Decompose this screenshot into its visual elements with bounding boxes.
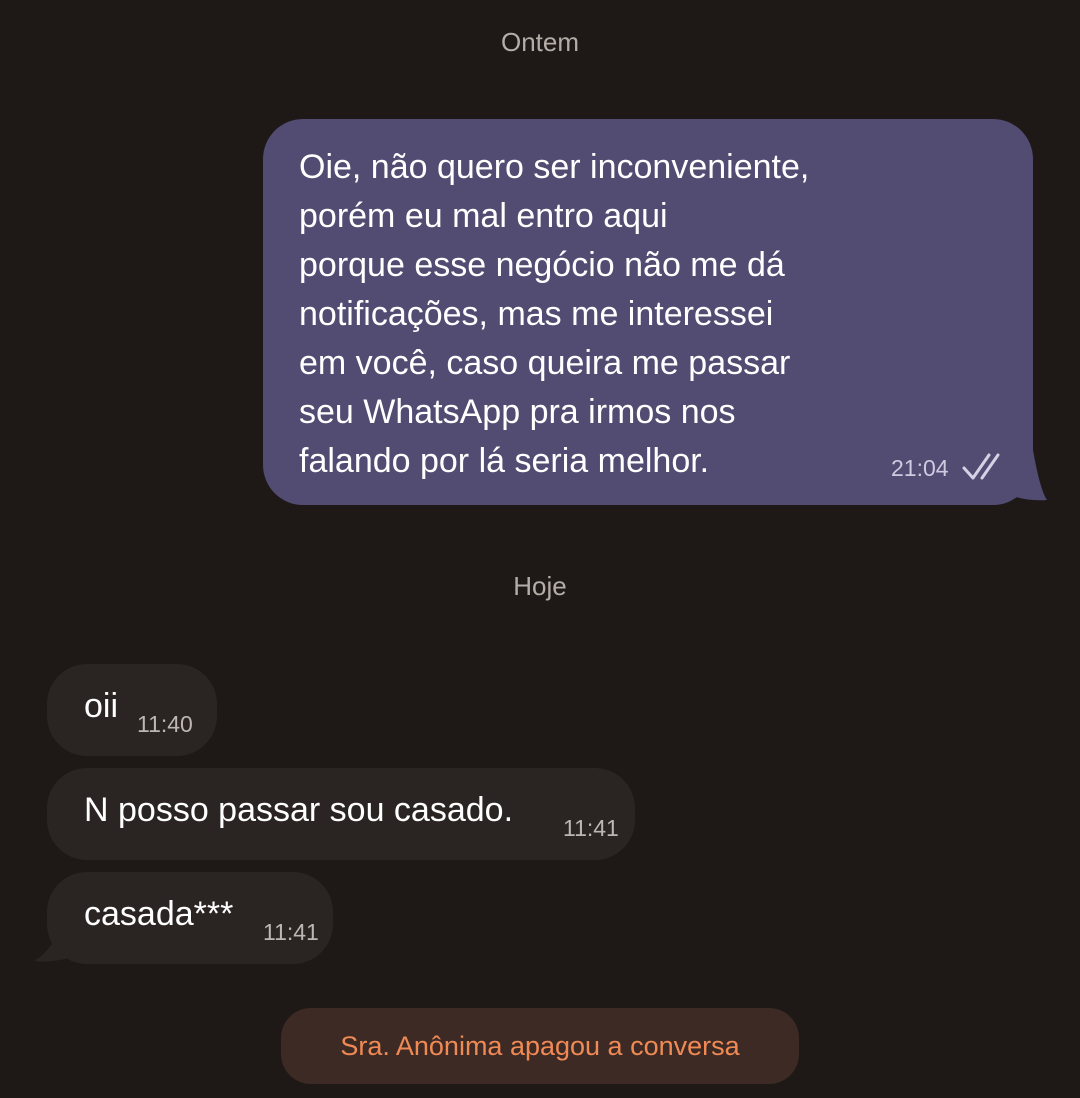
outgoing-message-text: Oie, não quero ser inconveniente, porém …	[299, 148, 810, 480]
incoming-message-time: 11:41	[263, 919, 319, 945]
outgoing-message-time: 21:04	[891, 455, 949, 481]
incoming-message-text: N posso passar sou casado.	[84, 791, 514, 829]
conversation-deleted-notice: Sra. Anônima apagou a conversa	[281, 1008, 799, 1084]
double-check-icon	[962, 453, 1000, 480]
incoming-message-bubble[interactable]: oii 11:40	[47, 664, 217, 756]
date-separator-yesterday: Ontem	[500, 27, 580, 57]
date-separator-today: Hoje	[513, 571, 567, 601]
outgoing-message-bubble[interactable]: Oie, não quero ser inconveniente, porém …	[263, 119, 1033, 505]
incoming-message-bubble[interactable]: N posso passar sou casado. 11:41	[47, 768, 635, 860]
incoming-message-text: oii	[84, 687, 119, 725]
incoming-message-time: 11:40	[137, 711, 193, 737]
incoming-message-time: 11:41	[563, 815, 619, 841]
incoming-message-text: casada***	[84, 895, 234, 933]
incoming-message-bubble[interactable]: casada*** 11:41	[47, 872, 333, 964]
